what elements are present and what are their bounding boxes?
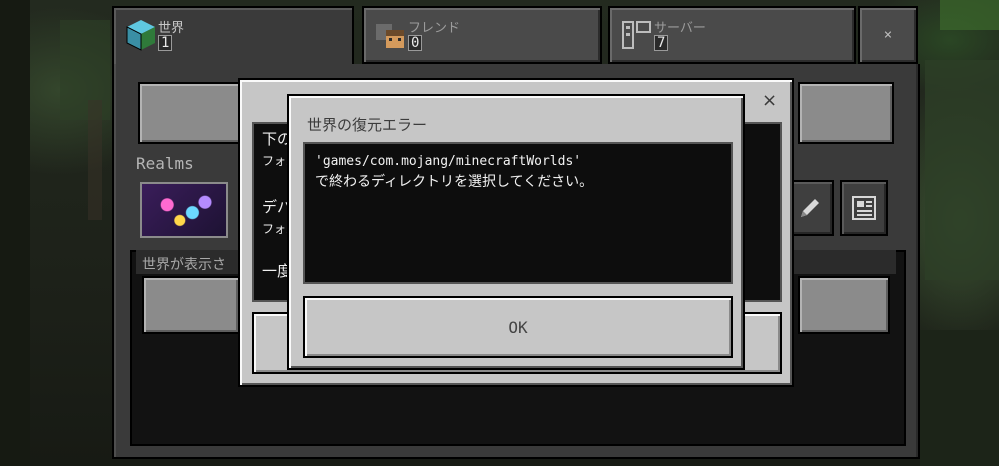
realms-label: Realms — [136, 154, 194, 173]
ok-button[interactable]: OK — [303, 296, 733, 358]
tab-servers-label: サーバー — [654, 21, 706, 36]
tab-world-label: 世界 — [158, 21, 185, 36]
ok-button-label: OK — [508, 317, 528, 337]
pencil-icon — [801, 199, 819, 217]
import-button[interactable] — [798, 82, 894, 144]
tab-world[interactable]: 世界 1 — [112, 6, 354, 68]
world-entry-left[interactable] — [142, 276, 240, 334]
tab-friends-label: フレンド — [408, 21, 461, 36]
restore-error-dialog: 世界の復元エラー 'games/com.mojang/minecraftWorl… — [287, 94, 745, 370]
tab-friends-count: 0 — [408, 35, 423, 51]
tab-friends[interactable]: フレンド 0 — [362, 6, 602, 64]
close-icon: × — [883, 27, 893, 43]
screen-close-button[interactable]: × — [858, 6, 918, 64]
back-dialog-close-icon[interactable]: × — [762, 90, 777, 111]
server-icon — [622, 21, 651, 49]
tab-world-count: 1 — [158, 35, 173, 51]
world-entry-right[interactable] — [798, 276, 890, 334]
world-info-button[interactable] — [840, 180, 888, 236]
world-cube-icon — [126, 20, 155, 51]
friend-face-icon — [376, 24, 404, 48]
dialog-message-text: で終わるディレクトリを選択してください。 — [315, 174, 594, 190]
dialog-title: 世界の復元エラー — [307, 116, 428, 134]
tab-servers[interactable]: サーバー 7 — [608, 6, 856, 64]
tab-servers-count: 7 — [654, 35, 669, 51]
newspaper-icon — [852, 196, 876, 220]
realms-thumbnail[interactable] — [140, 182, 228, 238]
dialog-message-path: 'games/com.mojang/minecraftWorlds' — [315, 154, 582, 169]
dialog-message: 'games/com.mojang/minecraftWorlds' で終わるデ… — [303, 142, 733, 284]
